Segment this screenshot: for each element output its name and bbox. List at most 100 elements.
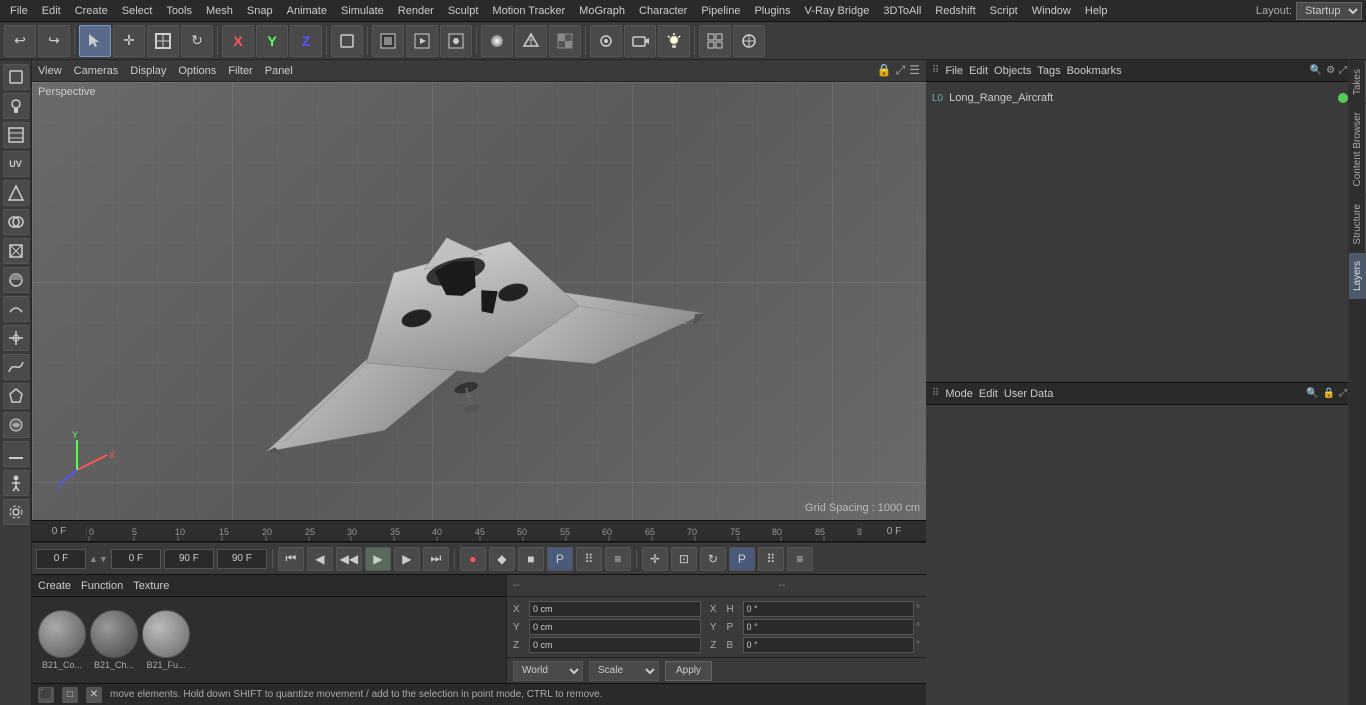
layout-dropdown[interactable]: Startup: [1296, 2, 1362, 20]
objects-expand-icon[interactable]: ⤢: [1339, 65, 1347, 76]
guide-button[interactable]: [3, 325, 29, 351]
timeline-view-button[interactable]: ≡: [605, 547, 631, 571]
polygon-button[interactable]: [3, 383, 29, 409]
snap-tool-pb[interactable]: P: [729, 547, 755, 571]
menu-vray[interactable]: V-Ray Bridge: [799, 3, 876, 19]
play-reverse-button[interactable]: ◀◀: [336, 547, 362, 571]
viewport[interactable]: X Y Z Perspective Grid Spacing : 1000 cm: [32, 82, 926, 520]
attr-mode-menu[interactable]: Mode: [945, 388, 973, 400]
material-item-1[interactable]: B21_Co...: [38, 610, 86, 670]
obj-objects-menu[interactable]: Objects: [994, 65, 1031, 77]
object-mode-button[interactable]: [331, 25, 363, 57]
viewport-menu-icon[interactable]: ☰: [909, 63, 920, 78]
wireframe-button[interactable]: [515, 25, 547, 57]
menu-redshift[interactable]: Redshift: [929, 3, 981, 19]
mat-texture-menu[interactable]: Texture: [133, 580, 169, 592]
menu-edit[interactable]: Edit: [36, 3, 67, 19]
tab-content-browser[interactable]: Content Browser: [1349, 103, 1366, 194]
redo-button[interactable]: ↪: [38, 25, 70, 57]
search-icon[interactable]: 🔍: [1310, 65, 1322, 76]
undo-button[interactable]: ↩: [4, 25, 36, 57]
scale-dropdown[interactable]: Scale: [589, 661, 659, 681]
move-tool-pb[interactable]: ✛: [642, 547, 668, 571]
status-icon-1[interactable]: ⬛: [38, 687, 54, 703]
mat-create-menu[interactable]: Create: [38, 580, 71, 592]
move-button[interactable]: ✛: [113, 25, 145, 57]
render-region-button[interactable]: [372, 25, 404, 57]
attr-edit-menu[interactable]: Edit: [979, 388, 998, 400]
grid-tool-pb[interactable]: ⠿: [758, 547, 784, 571]
stop-button[interactable]: ■: [518, 547, 544, 571]
y-axis-button[interactable]: Y: [256, 25, 288, 57]
go-to-end-button[interactable]: ⏭: [423, 547, 449, 571]
material-item-2[interactable]: B21_Ch...: [90, 610, 138, 670]
obj-file-menu[interactable]: File: [945, 65, 963, 77]
animation-menu-button[interactable]: ⠿: [576, 547, 602, 571]
status-icon-2[interactable]: □: [62, 687, 78, 703]
menu-select[interactable]: Select: [116, 3, 159, 19]
menu-character[interactable]: Character: [633, 3, 693, 19]
menu-motion-tracker[interactable]: Motion Tracker: [486, 3, 571, 19]
current-frame-input[interactable]: [36, 549, 86, 569]
menu-animate[interactable]: Animate: [281, 3, 333, 19]
gouraud-button[interactable]: [481, 25, 513, 57]
material-item-3[interactable]: B21_Fu...: [142, 610, 190, 670]
b-input[interactable]: [743, 637, 915, 653]
viewport-expand-icon[interactable]: ⤢: [896, 63, 906, 78]
go-to-start-button[interactable]: ⏮: [278, 547, 304, 571]
select-mode-button[interactable]: [79, 25, 111, 57]
x-axis-button[interactable]: X: [222, 25, 254, 57]
character-tool-button[interactable]: [3, 470, 29, 496]
timeline[interactable]: 0 F 0 5 10 15 20 25: [32, 520, 926, 542]
render-active-button[interactable]: [406, 25, 438, 57]
record-button[interactable]: ●: [460, 547, 486, 571]
rotate-tool-pb[interactable]: ↻: [700, 547, 726, 571]
menu-render[interactable]: Render: [392, 3, 440, 19]
tab-structure[interactable]: Structure: [1349, 195, 1366, 253]
step-back-button[interactable]: ◀: [307, 547, 333, 571]
world-dropdown[interactable]: World: [513, 661, 583, 681]
scale-button[interactable]: [147, 25, 179, 57]
settings-button[interactable]: [3, 499, 29, 525]
menu-plugins[interactable]: Plugins: [748, 3, 796, 19]
step-forward-button[interactable]: ▶: [394, 547, 420, 571]
snapping-button[interactable]: [590, 25, 622, 57]
uv-button[interactable]: UV: [3, 151, 29, 177]
rotate-button[interactable]: ↻: [181, 25, 213, 57]
camera-button[interactable]: [624, 25, 656, 57]
menu-create[interactable]: Create: [69, 3, 114, 19]
menu-help[interactable]: Help: [1079, 3, 1114, 19]
play-button[interactable]: ▶: [365, 547, 391, 571]
paint-button[interactable]: [3, 93, 29, 119]
texture-tool-button[interactable]: [3, 122, 29, 148]
attr-lock-icon[interactable]: 🔒: [1323, 388, 1335, 399]
scale-tool-pb[interactable]: ⊡: [671, 547, 697, 571]
menu-snap[interactable]: Snap: [241, 3, 279, 19]
tab-layers[interactable]: Layers: [1349, 252, 1366, 299]
obj-edit-menu[interactable]: Edit: [969, 65, 988, 77]
filter-menu[interactable]: Filter: [228, 65, 252, 77]
light-button[interactable]: [658, 25, 690, 57]
menu-script[interactable]: Script: [984, 3, 1024, 19]
x-pos-input[interactable]: [529, 601, 701, 617]
z-pos-input[interactable]: [529, 637, 701, 653]
xref-button[interactable]: [3, 238, 29, 264]
obj-tags-menu[interactable]: Tags: [1037, 65, 1060, 77]
viewport-solo-button[interactable]: [733, 25, 765, 57]
menu-sculpt[interactable]: Sculpt: [442, 3, 485, 19]
cameras-menu[interactable]: Cameras: [74, 65, 119, 77]
keyframe-button[interactable]: ◆: [489, 547, 515, 571]
motion-clip-button[interactable]: P: [547, 547, 573, 571]
texture-button[interactable]: [549, 25, 581, 57]
start-frame-input[interactable]: [111, 549, 161, 569]
render-settings-button[interactable]: [440, 25, 472, 57]
z-axis-button[interactable]: Z: [290, 25, 322, 57]
object-row-aircraft[interactable]: L0 Long_Range_Aircraft: [926, 86, 1366, 110]
menu-file[interactable]: File: [4, 3, 34, 19]
apply-button[interactable]: Apply: [665, 661, 712, 681]
p-input[interactable]: [743, 619, 915, 635]
attr-search-icon[interactable]: 🔍: [1306, 388, 1318, 399]
status-icon-close[interactable]: ✕: [86, 687, 102, 703]
view-menu[interactable]: View: [38, 65, 62, 77]
material-tool-button[interactable]: [3, 267, 29, 293]
